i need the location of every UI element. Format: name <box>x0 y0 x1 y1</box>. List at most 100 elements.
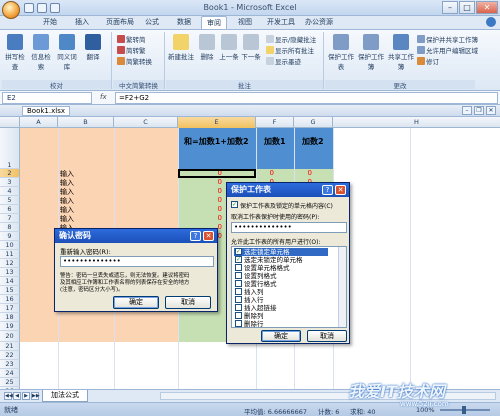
column-header[interactable]: H <box>333 117 500 128</box>
tab-review[interactable]: 审阅 <box>201 16 227 29</box>
column-header[interactable]: C <box>114 117 178 128</box>
header-sum-cell[interactable]: 和=加数1+加数2 <box>184 136 249 147</box>
row-header[interactable]: 21 <box>0 342 20 351</box>
show-hide-comment-button[interactable]: 显示/隐藏批注 <box>266 35 316 45</box>
thesaurus-button[interactable]: 同义词库 <box>56 34 78 71</box>
row-header[interactable]: 15 <box>0 286 20 295</box>
list-item[interactable]: 设置列格式 <box>234 272 328 280</box>
tab-home[interactable]: 开始 <box>38 16 62 29</box>
minimize-button[interactable]: – <box>442 1 458 14</box>
show-all-comments-button[interactable]: 显示所有批注 <box>266 46 314 56</box>
column-header[interactable]: E <box>178 117 256 128</box>
row-header[interactable]: 20 <box>0 331 20 342</box>
list-item[interactable]: 删除列 <box>234 312 328 320</box>
checkbox[interactable] <box>235 280 242 287</box>
checkbox[interactable] <box>235 304 242 311</box>
ok-button[interactable]: 确定 <box>113 296 159 309</box>
workbook-minimize-button[interactable]: – <box>462 106 472 115</box>
checkbox[interactable] <box>235 264 242 271</box>
sheet-tab-addition-formula[interactable]: 加法公式 <box>42 390 88 402</box>
sum-value-cell[interactable]: 0 <box>200 205 222 213</box>
row-header[interactable]: 5 <box>0 196 20 205</box>
checkbox[interactable] <box>235 288 242 295</box>
tab-developer[interactable]: 开发工具 <box>262 16 300 29</box>
track-changes-button[interactable]: 修订 <box>417 57 439 67</box>
row-header[interactable]: 25 <box>0 378 20 387</box>
checkbox[interactable] <box>235 272 242 279</box>
row-header[interactable]: 19 <box>0 322 20 331</box>
research-button[interactable]: 信息检索 <box>30 34 52 71</box>
workbook-restore-button[interactable]: ❐ <box>474 106 484 115</box>
column-header[interactable]: B <box>58 117 114 128</box>
addend2-value-cell[interactable]: 0 <box>300 169 312 177</box>
checkbox[interactable]: ✓ <box>235 248 242 255</box>
row-header[interactable]: 4 <box>0 187 20 196</box>
list-item[interactable]: 插入行 <box>234 296 328 304</box>
checkbox[interactable] <box>235 296 242 303</box>
spell-check-button[interactable]: 拼写检查 <box>4 34 26 71</box>
column-header[interactable]: A <box>20 117 58 128</box>
list-scrollbar[interactable] <box>338 247 346 327</box>
translate-button[interactable]: 翻译 <box>82 34 104 61</box>
cancel-button[interactable]: 取消 <box>307 330 347 342</box>
simp-to-trad-button[interactable]: 简转繁 <box>117 46 146 56</box>
header-addend1-cell[interactable]: 加数1 <box>264 136 286 147</box>
checkbox[interactable] <box>235 312 242 319</box>
sum-value-cell[interactable]: 0 <box>200 187 222 195</box>
checkbox[interactable] <box>235 320 242 327</box>
permissions-list[interactable]: ✓ 选定锁定单元格 ✓ 选定未锁定的单元格 设置单元格格式 设置列格式 设置行格式 … <box>231 246 347 328</box>
confirm-password-input[interactable]: •••••••••••••• <box>60 256 214 267</box>
row-header[interactable]: 13 <box>0 268 20 277</box>
protect-workbook-button[interactable]: 保护工作簿 <box>357 34 385 71</box>
select-all-corner[interactable] <box>0 117 20 128</box>
row-header[interactable]: 24 <box>0 369 20 378</box>
addend1-value-cell[interactable]: 0 <box>262 169 274 177</box>
tab-office-resources[interactable]: 办公资源 <box>300 16 338 29</box>
row-header[interactable]: 11 <box>0 250 20 259</box>
row-header[interactable]: 3 <box>0 178 20 187</box>
row-header[interactable]: 6 <box>0 205 20 214</box>
formula-input[interactable]: =F2+G2 <box>115 92 498 104</box>
tab-formulas[interactable]: 公式 <box>140 16 164 29</box>
help-icon[interactable] <box>486 17 496 27</box>
maximize-button[interactable]: □ <box>459 1 475 14</box>
row-header[interactable]: 9 <box>0 232 20 241</box>
cancel-button[interactable]: 取消 <box>165 296 211 309</box>
allow-edit-ranges-button[interactable]: 允许用户编辑区域 <box>417 46 478 56</box>
show-ink-button[interactable]: 显示墨迹 <box>266 57 301 67</box>
row-header[interactable]: 23 <box>0 360 20 369</box>
chinese-convert-button[interactable]: 简繁转换 <box>117 57 152 67</box>
fx-icon[interactable]: fx <box>100 93 107 101</box>
first-sheet-button[interactable]: ◀◀ <box>4 392 13 400</box>
list-item[interactable]: 插入列 <box>234 288 328 296</box>
sheet-password-input[interactable]: •••••••••••••• <box>231 222 347 233</box>
list-item[interactable]: 设置单元格格式 <box>234 264 328 272</box>
row-header[interactable]: 1 <box>0 128 20 169</box>
close-button[interactable]: ✕ <box>476 1 498 14</box>
list-item[interactable]: ✓ 选定未锁定的单元格 <box>234 256 328 264</box>
row-header[interactable]: 17 <box>0 304 20 313</box>
row-header[interactable]: 22 <box>0 351 20 360</box>
sum-value-cell[interactable]: 0 <box>200 178 222 186</box>
row-header[interactable]: 7 <box>0 214 20 223</box>
tab-view[interactable]: 视图 <box>233 16 257 29</box>
workbook-close-button[interactable]: ✕ <box>486 106 496 115</box>
header-addend2-cell[interactable]: 加数2 <box>302 136 324 147</box>
tab-page-layout[interactable]: 页面布局 <box>101 16 139 29</box>
protect-sheet-checkbox[interactable]: ✓ <box>231 201 238 208</box>
prev-sheet-button[interactable]: ◀ <box>13 392 21 400</box>
column-header[interactable]: F <box>256 117 294 128</box>
checkbox[interactable]: ✓ <box>235 256 242 263</box>
sum-value-cell[interactable]: 0 <box>200 196 222 204</box>
ok-button[interactable]: 确定 <box>261 330 301 342</box>
delete-comment-button[interactable]: 删除 <box>196 34 218 61</box>
row-header[interactable]: 18 <box>0 313 20 322</box>
row-header[interactable]: 16 <box>0 295 20 304</box>
sum-value-cell[interactable]: 0 <box>200 214 222 222</box>
share-workbook-button[interactable]: 共享工作簿 <box>387 34 415 71</box>
row-header[interactable]: 10 <box>0 241 20 250</box>
office-button[interactable] <box>2 1 20 19</box>
next-comment-button[interactable]: 下一条 <box>240 34 262 61</box>
trad-to-simp-button[interactable]: 繁转简 <box>117 35 146 45</box>
list-item[interactable]: 删除行 <box>234 320 328 327</box>
